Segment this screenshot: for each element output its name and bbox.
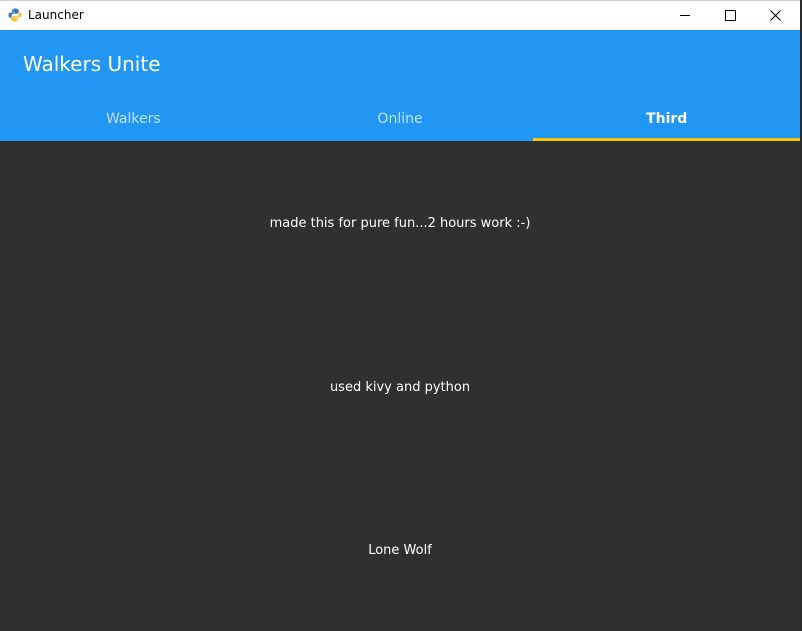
tab-label: Online xyxy=(377,110,423,127)
maximize-button[interactable] xyxy=(708,1,753,30)
tab-bar: Walkers Online Third xyxy=(0,100,801,141)
tab-content: made this for pure fun...2 hours work :-… xyxy=(0,141,800,631)
app-title: Walkers Unite xyxy=(23,52,161,76)
info-text: used kivy and python xyxy=(329,380,471,395)
maximize-icon xyxy=(725,10,736,21)
close-icon xyxy=(770,10,781,21)
app-window: Launcher Walkers Unite Walkers Online Th… xyxy=(0,0,802,631)
tab-walkers[interactable]: Walkers xyxy=(0,100,267,141)
close-button[interactable] xyxy=(753,1,798,30)
app-toolbar: Walkers Unite Walkers Online Third xyxy=(0,30,801,141)
python-icon xyxy=(8,8,22,22)
window-title: Launcher xyxy=(28,8,84,22)
minimize-button[interactable] xyxy=(663,1,708,30)
minimize-icon xyxy=(680,10,691,21)
author-text: Lone Wolf xyxy=(368,543,432,558)
tab-label: Third xyxy=(646,110,688,127)
tab-third[interactable]: Third xyxy=(533,100,801,141)
info-text: made this for pure fun...2 hours work :-… xyxy=(269,216,531,231)
tab-online[interactable]: Online xyxy=(267,100,534,141)
tab-label: Walkers xyxy=(105,110,161,127)
window-titlebar[interactable]: Launcher xyxy=(0,0,800,30)
